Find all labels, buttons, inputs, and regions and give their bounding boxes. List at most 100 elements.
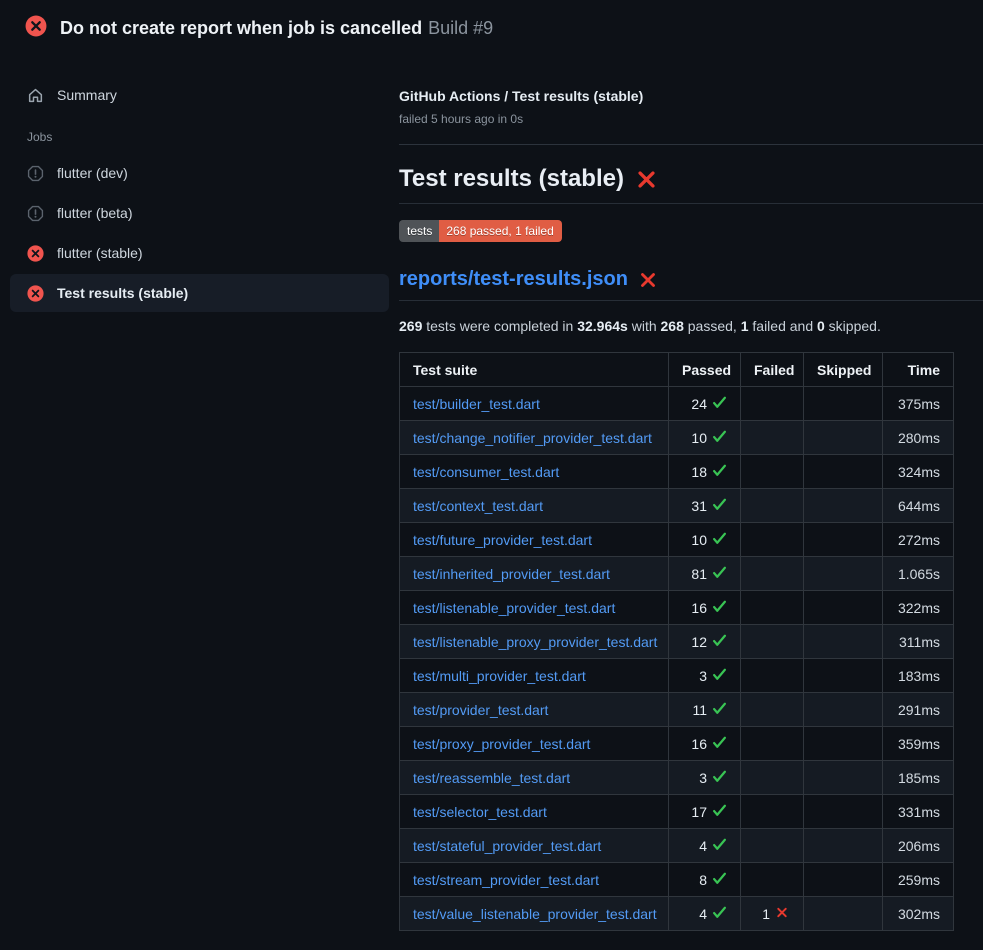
failed-cell <box>741 761 804 795</box>
suite-link[interactable]: test/value_listenable_provider_test.dart <box>413 906 657 922</box>
sidebar-job-item[interactable]: flutter (dev) <box>10 154 389 192</box>
sidebar-job-item[interactable]: flutter (beta) <box>10 194 389 232</box>
passed-cell: 4 <box>669 897 741 931</box>
time-cell: 644ms <box>883 489 954 523</box>
suite-link[interactable]: test/builder_test.dart <box>413 396 540 412</box>
time-cell: 272ms <box>883 523 954 557</box>
sidebar-item-label: Summary <box>57 87 117 103</box>
skipped-cell <box>804 591 883 625</box>
total-count: 269 <box>399 318 422 334</box>
suite-cell: test/context_test.dart <box>400 489 669 523</box>
passed-cell: 16 <box>669 727 741 761</box>
skipped-cell <box>804 387 883 421</box>
time-cell: 331ms <box>883 795 954 829</box>
suite-link[interactable]: test/listenable_provider_test.dart <box>413 600 615 616</box>
sidebar-job-item[interactable]: flutter (stable) <box>10 234 389 272</box>
table-row: test/listenable_proxy_provider_test.dart… <box>400 625 954 659</box>
suite-cell: test/listenable_provider_test.dart <box>400 591 669 625</box>
failed-cell <box>741 387 804 421</box>
sidebar-item-summary[interactable]: Summary <box>10 76 389 114</box>
sidebar-job-item[interactable]: Test results (stable) <box>10 274 389 312</box>
check-icon <box>712 600 727 613</box>
col-header-failed: Failed <box>741 353 804 387</box>
x-red-icon <box>636 169 657 190</box>
failed-cell <box>741 863 804 897</box>
suite-cell: test/listenable_proxy_provider_test.dart <box>400 625 669 659</box>
check-icon <box>712 498 727 511</box>
passed-count: 268 <box>661 318 684 334</box>
suite-cell: test/provider_test.dart <box>400 693 669 727</box>
time-cell: 302ms <box>883 897 954 931</box>
col-header-passed: Passed <box>669 353 741 387</box>
check-icon <box>712 906 727 919</box>
suite-link[interactable]: test/provider_test.dart <box>413 702 548 718</box>
skipped-cell <box>804 829 883 863</box>
table-row: test/builder_test.dart 24 375ms <box>400 387 954 421</box>
page-header: Do not create report when job is cancell… <box>0 0 983 56</box>
passed-cell: 4 <box>669 829 741 863</box>
run-status-line: failed 5 hours ago in 0s <box>399 112 983 126</box>
passed-cell: 8 <box>669 863 741 897</box>
passed-cell: 81 <box>669 557 741 591</box>
table-row: test/listenable_provider_test.dart 16 <box>400 591 954 625</box>
suite-link[interactable]: test/consumer_test.dart <box>413 464 559 480</box>
time-cell: 206ms <box>883 829 954 863</box>
passed-cell: 10 <box>669 421 741 455</box>
suite-link[interactable]: test/proxy_provider_test.dart <box>413 736 590 752</box>
check-icon <box>712 838 727 851</box>
suite-link[interactable]: test/context_test.dart <box>413 498 543 514</box>
x-circle-fill-icon <box>27 285 44 302</box>
suite-link[interactable]: test/inherited_provider_test.dart <box>413 566 610 582</box>
skipped-cell <box>804 693 883 727</box>
table-row: test/change_notifier_provider_test.dart … <box>400 421 954 455</box>
home-icon <box>27 87 44 104</box>
suite-link[interactable]: test/multi_provider_test.dart <box>413 668 586 684</box>
table-row: test/consumer_test.dart 18 324ms <box>400 455 954 489</box>
table-row: test/stream_provider_test.dart 8 259ms <box>400 863 954 897</box>
suite-link[interactable]: test/stateful_provider_test.dart <box>413 838 601 854</box>
tests-badge: tests 268 passed, 1 failed <box>399 220 562 242</box>
check-run-title: Test results (stable) <box>399 145 983 204</box>
table-row: test/inherited_provider_test.dart 81 1 <box>400 557 954 591</box>
duration: 32.964s <box>577 318 628 334</box>
suite-cell: test/value_listenable_provider_test.dart <box>400 897 669 931</box>
time-cell: 359ms <box>883 727 954 761</box>
check-icon <box>712 702 727 715</box>
x-circle-fill-icon <box>25 15 47 42</box>
x-circle-fill-icon <box>27 245 44 262</box>
time-cell: 324ms <box>883 455 954 489</box>
suite-cell: test/change_notifier_provider_test.dart <box>400 421 669 455</box>
stop-octagon-icon <box>27 205 44 222</box>
passed-cell: 10 <box>669 523 741 557</box>
results-summary-line: 269 tests were completed in 32.964s with… <box>399 318 983 334</box>
skipped-cell <box>804 727 883 761</box>
sidebar-job-label: flutter (stable) <box>57 245 143 261</box>
skipped-cell <box>804 863 883 897</box>
report-file-link[interactable]: reports/test-results.json <box>399 268 628 291</box>
suite-cell: test/multi_provider_test.dart <box>400 659 669 693</box>
failed-cell <box>741 625 804 659</box>
suite-link[interactable]: test/selector_test.dart <box>413 804 547 820</box>
passed-cell: 12 <box>669 625 741 659</box>
suite-link[interactable]: test/future_provider_test.dart <box>413 532 592 548</box>
sidebar-job-label: flutter (dev) <box>57 165 128 181</box>
passed-cell: 31 <box>669 489 741 523</box>
check-icon <box>712 736 727 749</box>
skipped-cell <box>804 761 883 795</box>
skipped-cell <box>804 625 883 659</box>
skipped-cell <box>804 421 883 455</box>
suite-link[interactable]: test/reassemble_test.dart <box>413 770 570 786</box>
failed-cell: 1 <box>741 897 804 931</box>
page-title: Do not create report when job is cancell… <box>60 18 422 38</box>
suite-link[interactable]: test/change_notifier_provider_test.dart <box>413 430 652 446</box>
table-row: test/stateful_provider_test.dart 4 206 <box>400 829 954 863</box>
passed-cell: 18 <box>669 455 741 489</box>
suite-link[interactable]: test/stream_provider_test.dart <box>413 872 599 888</box>
failed-cell <box>741 693 804 727</box>
jobs-section-label: Jobs <box>27 130 399 144</box>
page-title-group: Do not create report when job is cancell… <box>60 18 493 39</box>
suite-link[interactable]: test/listenable_proxy_provider_test.dart <box>413 634 657 650</box>
time-cell: 322ms <box>883 591 954 625</box>
suite-cell: test/inherited_provider_test.dart <box>400 557 669 591</box>
failed-count: 1 <box>741 318 749 334</box>
